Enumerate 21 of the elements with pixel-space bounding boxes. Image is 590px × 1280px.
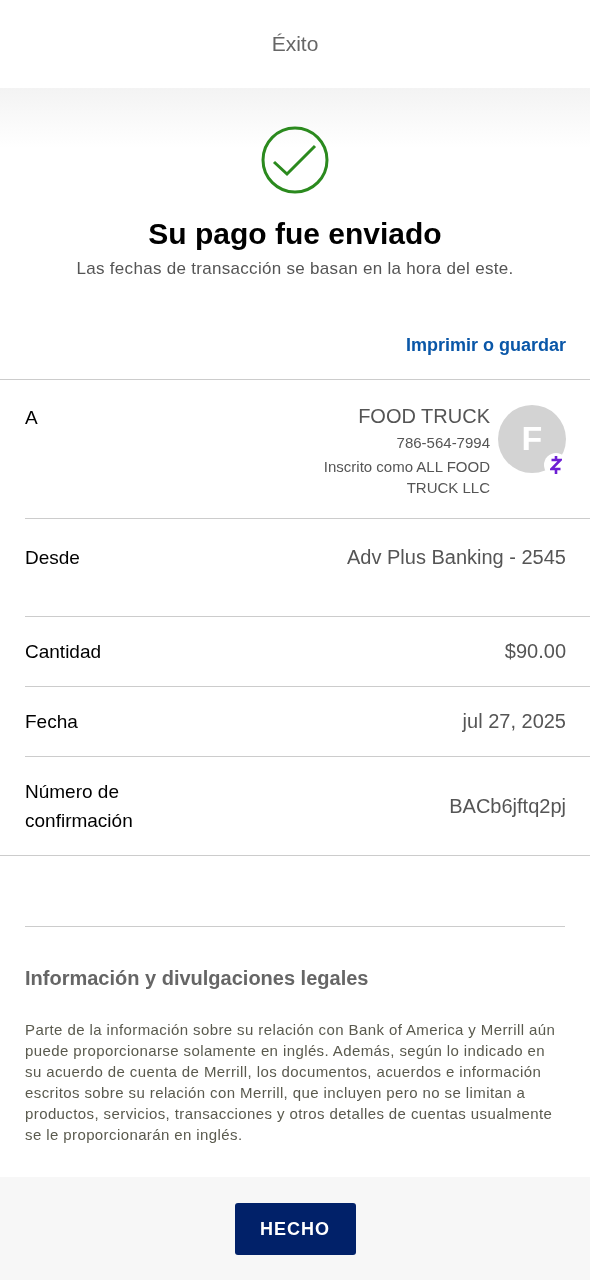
row-label: A [25,405,39,430]
recipient-phone: 786-564-7994 [396,432,490,453]
status-subtitle: Las fechas de transacción se basan en la hora del este. [75,258,515,280]
row-label: Cantidad [25,640,103,664]
zelle-badge-icon [550,455,562,474]
page-title: Éxito [271,31,319,58]
legal-text: Parte de la información sobre su relación con Bank of America y Merrill aún puede proporcionarse solamente en inglés. Además, según lo indicado en su acuerdo de cuenta de Merrill, los documentos, acuerdos e información escritos sobre su relación con Merrill, que incluyen pero no se limitan a productos, servicios, transacciones y otros detalles de cuentas usualmente se le proporcionarán en inglés. [25,1020,557,1145]
row-label: Fecha [25,710,79,734]
row-label: Número de confirmación [25,780,134,833]
legal-heading: Información y divulgaciones legales [25,966,370,991]
print-link[interactable]: Imprimir o guardar [405,331,566,359]
row-value: $90.00 [503,639,566,664]
success-check-icon [261,126,329,194]
recipient-enrolled-name: Inscrito como ALL FOOD TRUCK LLC [322,457,490,498]
done-button[interactable]: HECHO [234,1203,356,1255]
row-value: Adv Plus Banking - 2545 [345,545,566,570]
row-value: BACb6jftq2pj [448,793,566,819]
status-title: Su pago fue enviado [147,216,443,252]
row-label: Desde [25,546,81,570]
recipient-name: FOOD TRUCK [358,403,490,428]
row-value: jul 27, 2025 [461,709,566,734]
